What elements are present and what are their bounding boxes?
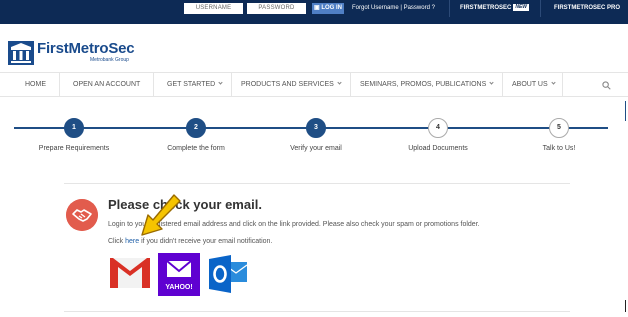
nav-label: ABOUT US bbox=[512, 81, 548, 88]
resend-link[interactable]: here bbox=[125, 238, 139, 245]
arrow-pointer-icon bbox=[141, 194, 181, 236]
platform-label: FIRSTMETROSEC bbox=[460, 5, 512, 11]
password-input[interactable]: PASSWORD bbox=[247, 3, 306, 14]
nav-divider bbox=[231, 73, 232, 96]
scroll-indicator bbox=[625, 101, 626, 121]
step-2-circle: 2 bbox=[186, 118, 206, 138]
gmail-icon[interactable] bbox=[109, 253, 151, 291]
platform-link[interactable]: FIRSTMETROSEC NEW bbox=[460, 3, 530, 14]
nav-divider bbox=[350, 73, 351, 96]
nav-label: GET STARTED bbox=[167, 81, 216, 88]
search-icon[interactable] bbox=[602, 81, 611, 90]
handshake-icon bbox=[66, 199, 98, 231]
chevron-down-icon bbox=[551, 80, 556, 85]
outlook-icon[interactable] bbox=[207, 253, 249, 295]
nav-divider bbox=[153, 73, 154, 96]
login-button[interactable]: ▣ LOG IN bbox=[312, 3, 344, 14]
platform-pro-link[interactable]: FIRSTMETROSEC PRO bbox=[554, 3, 620, 14]
nav-get-started[interactable]: GET STARTED bbox=[167, 73, 223, 96]
username-input[interactable]: USERNAME bbox=[184, 3, 243, 14]
step-1-circle: 1 bbox=[64, 118, 84, 138]
new-badge: NEW bbox=[513, 4, 530, 11]
main-nav: HOME OPEN AN ACCOUNT GET STARTED PRODUCT… bbox=[0, 72, 628, 97]
resend-suffix: if you didn't receive your email notific… bbox=[139, 238, 273, 245]
page-title: Please check your email. bbox=[108, 197, 262, 212]
forgot-credentials-link[interactable]: Forgot Username | Password ? bbox=[352, 3, 435, 14]
nav-label: SEMINARS, PROMOS, PUBLICATIONS bbox=[360, 81, 487, 88]
nav-products-services[interactable]: PRODUCTS AND SERVICES bbox=[241, 73, 342, 96]
nav-about-us[interactable]: ABOUT US bbox=[512, 73, 556, 96]
nav-open-account[interactable]: OPEN AN ACCOUNT bbox=[73, 73, 140, 96]
chevron-down-icon bbox=[218, 80, 223, 85]
panel-divider-top bbox=[64, 183, 570, 184]
step-5-circle: 5 bbox=[549, 118, 569, 138]
resend-prefix: Click bbox=[108, 238, 126, 245]
nav-divider bbox=[562, 73, 563, 96]
nav-seminars[interactable]: SEMINARS, PROMOS, PUBLICATIONS bbox=[360, 73, 494, 96]
step-4-label: Upload Documents bbox=[408, 145, 468, 152]
lock-icon: ▣ bbox=[313, 5, 320, 11]
text-cursor bbox=[625, 300, 626, 312]
step-1-label: Prepare Requirements bbox=[38, 145, 110, 152]
logo-subtitle: Metrobank Group bbox=[90, 57, 129, 63]
resend-text: Click here if you didn't receive your em… bbox=[108, 238, 272, 245]
step-4-circle: 4 bbox=[428, 118, 448, 138]
divider bbox=[540, 0, 541, 17]
logo-icon bbox=[8, 41, 34, 65]
top-bar: USERNAME PASSWORD ▣ LOG IN Forgot Userna… bbox=[0, 0, 628, 24]
chevron-down-icon bbox=[489, 80, 494, 85]
nav-label: PRODUCTS AND SERVICES bbox=[241, 81, 334, 88]
step-3-circle: 3 bbox=[306, 118, 326, 138]
nav-divider bbox=[59, 73, 60, 96]
yahoo-mail-icon[interactable]: YAHOO! bbox=[158, 253, 200, 296]
divider bbox=[449, 0, 450, 17]
logo-name: FirstMetroSec bbox=[37, 40, 135, 57]
chevron-down-icon bbox=[337, 80, 342, 85]
yahoo-label: YAHOO! bbox=[165, 284, 192, 291]
login-label: LOG IN bbox=[321, 5, 342, 11]
step-5-label: Talk to Us! bbox=[542, 145, 576, 152]
step-2-label: Complete the form bbox=[167, 145, 225, 152]
panel-divider-bottom bbox=[64, 311, 570, 312]
step-3-label: Verify your email bbox=[290, 145, 342, 152]
nav-divider bbox=[502, 73, 503, 96]
nav-home[interactable]: HOME bbox=[25, 73, 46, 96]
